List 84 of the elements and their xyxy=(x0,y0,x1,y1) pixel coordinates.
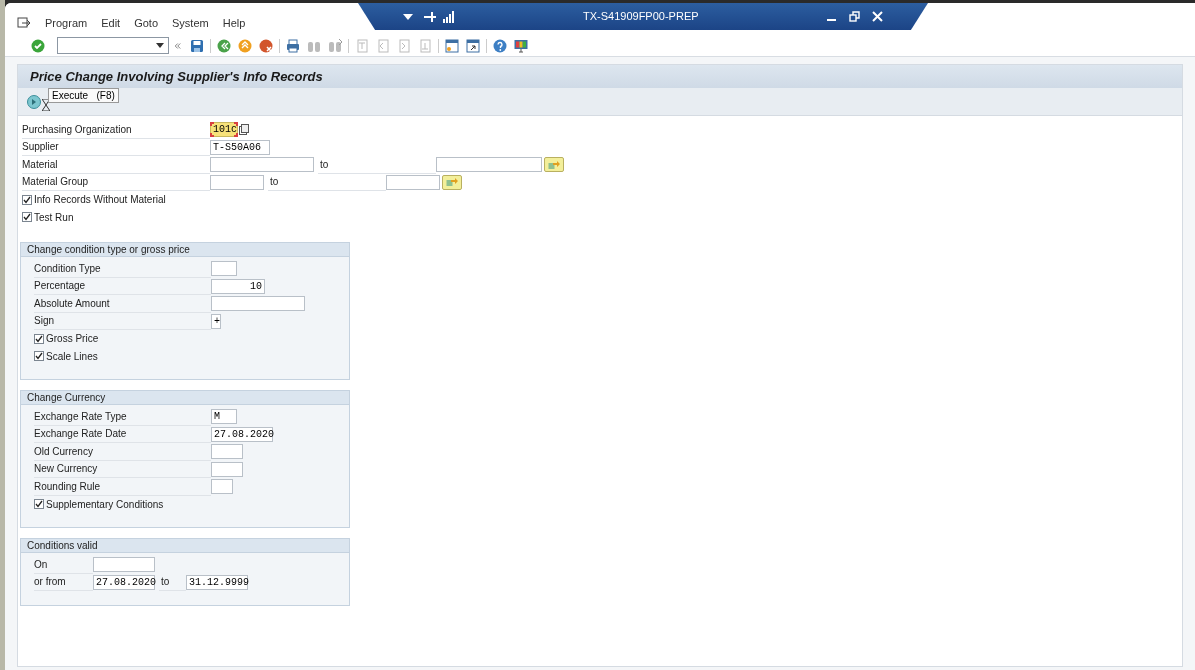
input-field[interactable]: T-S50A06 xyxy=(210,139,270,155)
restore-icon[interactable] xyxy=(848,11,860,22)
help-icon[interactable] xyxy=(492,37,508,54)
field-label: Purchasing Organization xyxy=(22,122,132,137)
input-field[interactable]: M xyxy=(211,409,237,425)
exit-icon[interactable] xyxy=(237,37,253,54)
input-field[interactable] xyxy=(210,174,264,190)
input-field[interactable]: 101c xyxy=(210,122,238,138)
menu-icon[interactable] xyxy=(17,17,31,29)
field-label: Rounding Rule xyxy=(34,479,101,494)
input-field[interactable]: 27.08.2020 xyxy=(211,426,273,442)
print-icon[interactable] xyxy=(285,37,301,54)
field-label: New Currency xyxy=(34,462,98,477)
checkbox[interactable] xyxy=(34,333,44,344)
field-label: Exchange Rate Type xyxy=(34,409,127,424)
group-title: Conditions valid xyxy=(27,539,98,553)
field-label: Supplier xyxy=(22,140,59,155)
menu-item[interactable]: Goto xyxy=(134,14,158,31)
field-label: On xyxy=(34,557,48,572)
group-title: Change Currency xyxy=(27,391,106,405)
shortcut-icon[interactable] xyxy=(465,37,481,54)
checkbox-label: Gross Price xyxy=(46,332,99,347)
input-field[interactable]: + xyxy=(211,313,221,329)
field-label: Material xyxy=(22,157,58,172)
page-title: Price Change Involving Supplier's Info Records xyxy=(30,67,323,86)
execute-icon[interactable] xyxy=(26,93,42,110)
field-label: Old Currency xyxy=(34,444,93,459)
next-page-icon[interactable] xyxy=(396,37,412,54)
previous-page-icon[interactable] xyxy=(375,37,391,54)
input-field[interactable] xyxy=(93,557,155,573)
arrow-icon xyxy=(446,177,458,188)
hourglass-icon xyxy=(42,98,50,111)
cancel-icon[interactable] xyxy=(258,37,274,54)
input-field[interactable] xyxy=(211,261,237,277)
input-field[interactable] xyxy=(436,157,542,173)
field-label: or from xyxy=(34,575,66,590)
input-field[interactable] xyxy=(211,461,243,477)
dropdown-icon xyxy=(156,43,164,48)
close-icon[interactable] xyxy=(871,11,883,22)
checkbox[interactable] xyxy=(34,499,44,510)
field-label: to xyxy=(319,157,329,172)
confirm-icon[interactable] xyxy=(30,37,46,54)
field-label: Absolute Amount xyxy=(34,296,110,311)
field-label: Exchange Rate Date xyxy=(34,427,127,442)
monitor-icon[interactable] xyxy=(513,37,529,54)
checkbox[interactable] xyxy=(22,194,32,205)
window-title: TX-S41909FP00-PREP xyxy=(583,9,699,25)
menu-item[interactable]: Edit xyxy=(101,14,121,31)
field-label: Material Group xyxy=(22,175,89,190)
checkbox-label: Scale Lines xyxy=(46,349,98,364)
command-field[interactable] xyxy=(57,37,169,54)
input-field[interactable] xyxy=(386,174,440,190)
checkbox-label: Supplementary Conditions xyxy=(46,497,164,512)
field-label: to xyxy=(269,175,279,190)
tooltip: Execute (F8) xyxy=(48,88,119,103)
input-field[interactable] xyxy=(211,444,243,460)
field-label: to xyxy=(160,575,170,590)
checkbox-label: Info Records Without Material xyxy=(34,193,166,208)
input-field[interactable]: 10 xyxy=(211,278,265,294)
input-field[interactable]: 31.12.9999 xyxy=(186,574,248,590)
input-field[interactable] xyxy=(211,479,233,495)
checkbox[interactable] xyxy=(34,351,44,362)
signal-icon[interactable] xyxy=(443,10,455,23)
input-field[interactable] xyxy=(211,296,305,312)
multiple-selection-button[interactable] xyxy=(442,174,462,190)
dropdown-icon[interactable] xyxy=(403,13,413,20)
field-label: Percentage xyxy=(34,279,86,294)
group-title: Change condition type or gross price xyxy=(27,243,190,257)
new-window-icon[interactable] xyxy=(444,37,460,54)
field-label: Condition Type xyxy=(34,261,101,276)
arrow-icon xyxy=(548,159,560,170)
input-field[interactable] xyxy=(210,157,314,173)
menu-item[interactable]: System xyxy=(172,14,209,31)
save-icon[interactable] xyxy=(189,37,205,54)
copy-icon[interactable] xyxy=(239,124,249,136)
multiple-selection-button[interactable] xyxy=(544,157,564,173)
checkbox-label: Test Run xyxy=(34,210,74,225)
checkmark-icon xyxy=(35,500,43,509)
menu-item[interactable]: Program xyxy=(45,14,88,31)
menu-item[interactable]: Help xyxy=(222,14,246,31)
field-label: Sign xyxy=(34,314,54,329)
back-icon[interactable] xyxy=(216,37,232,54)
checkbox[interactable] xyxy=(22,212,32,223)
input-field[interactable]: 27.08.2020 xyxy=(93,574,155,590)
